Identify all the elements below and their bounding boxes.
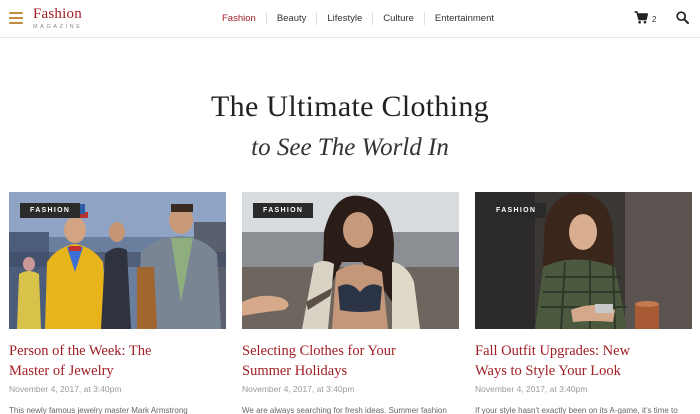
nav-item-fashion[interactable]: Fashion xyxy=(212,12,266,25)
article-date: November 4, 2017, at 3:40pm xyxy=(242,384,355,394)
cart-count-badge: 2 xyxy=(652,15,657,24)
nav-item-beauty[interactable]: Beauty xyxy=(265,12,317,25)
nav-item-culture[interactable]: Culture xyxy=(372,12,424,25)
search-button[interactable] xyxy=(676,11,689,29)
category-badge[interactable]: FASHION xyxy=(253,203,314,218)
article-image[interactable]: FASHION xyxy=(242,192,459,329)
article-card: FASHION Selecting Clothes for Your Summe… xyxy=(242,192,459,414)
menu-icon[interactable] xyxy=(9,12,23,24)
article-card: FASHION Fall Outfit Upgrades: New Ways t… xyxy=(475,192,692,414)
site-header: Fashion MAGAZINE Fashion Beauty Lifestyl… xyxy=(0,0,700,38)
article-excerpt: We are always searching for fresh ideas.… xyxy=(242,406,447,414)
nav-item-lifestyle[interactable]: Lifestyle xyxy=(316,12,372,25)
article-image[interactable]: FASHION xyxy=(475,192,692,329)
article-title-line: Summer Holidays xyxy=(242,363,348,379)
article-title[interactable]: Person of the Week: The Master of Jewelr… xyxy=(9,341,226,381)
cart-icon xyxy=(634,11,648,24)
article-date: November 4, 2017, at 3:40pm xyxy=(9,384,122,394)
article-title-line: Ways to Style Your Look xyxy=(475,363,621,379)
logo-title: Fashion xyxy=(33,6,82,22)
search-icon xyxy=(676,11,689,24)
hero-title: The Ultimate Clothing xyxy=(211,90,489,123)
site-logo[interactable]: Fashion MAGAZINE xyxy=(33,6,83,30)
category-badge[interactable]: FASHION xyxy=(20,203,81,218)
article-date: November 4, 2017, at 3:40pm xyxy=(475,384,588,394)
hero-subtitle: to See The World In xyxy=(251,134,449,161)
nav-item-entertainment[interactable]: Entertainment xyxy=(423,12,504,25)
category-badge[interactable]: FASHION xyxy=(486,203,547,218)
article-title[interactable]: Selecting Clothes for Your Summer Holida… xyxy=(242,341,459,381)
cart-button[interactable]: 2 xyxy=(634,11,656,24)
article-card: FASHION Person of the Week: The Master o… xyxy=(9,192,226,414)
article-excerpt: This newly famous jewelry master Mark Ar… xyxy=(9,406,188,414)
logo-subtitle: MAGAZINE xyxy=(33,24,83,30)
article-excerpt: If your style hasn't exactly been on its… xyxy=(475,406,678,414)
main-nav: Fashion Beauty Lifestyle Culture Enterta… xyxy=(212,12,504,25)
article-image[interactable]: FASHION xyxy=(9,192,226,329)
article-title-line: Master of Jewelry xyxy=(9,363,114,379)
article-title-line: Person of the Week: The xyxy=(9,343,152,359)
article-title-line: Fall Outfit Upgrades: New xyxy=(475,343,631,359)
article-title[interactable]: Fall Outfit Upgrades: New Ways to Style … xyxy=(475,341,692,381)
article-title-line: Selecting Clothes for Your xyxy=(242,343,396,359)
